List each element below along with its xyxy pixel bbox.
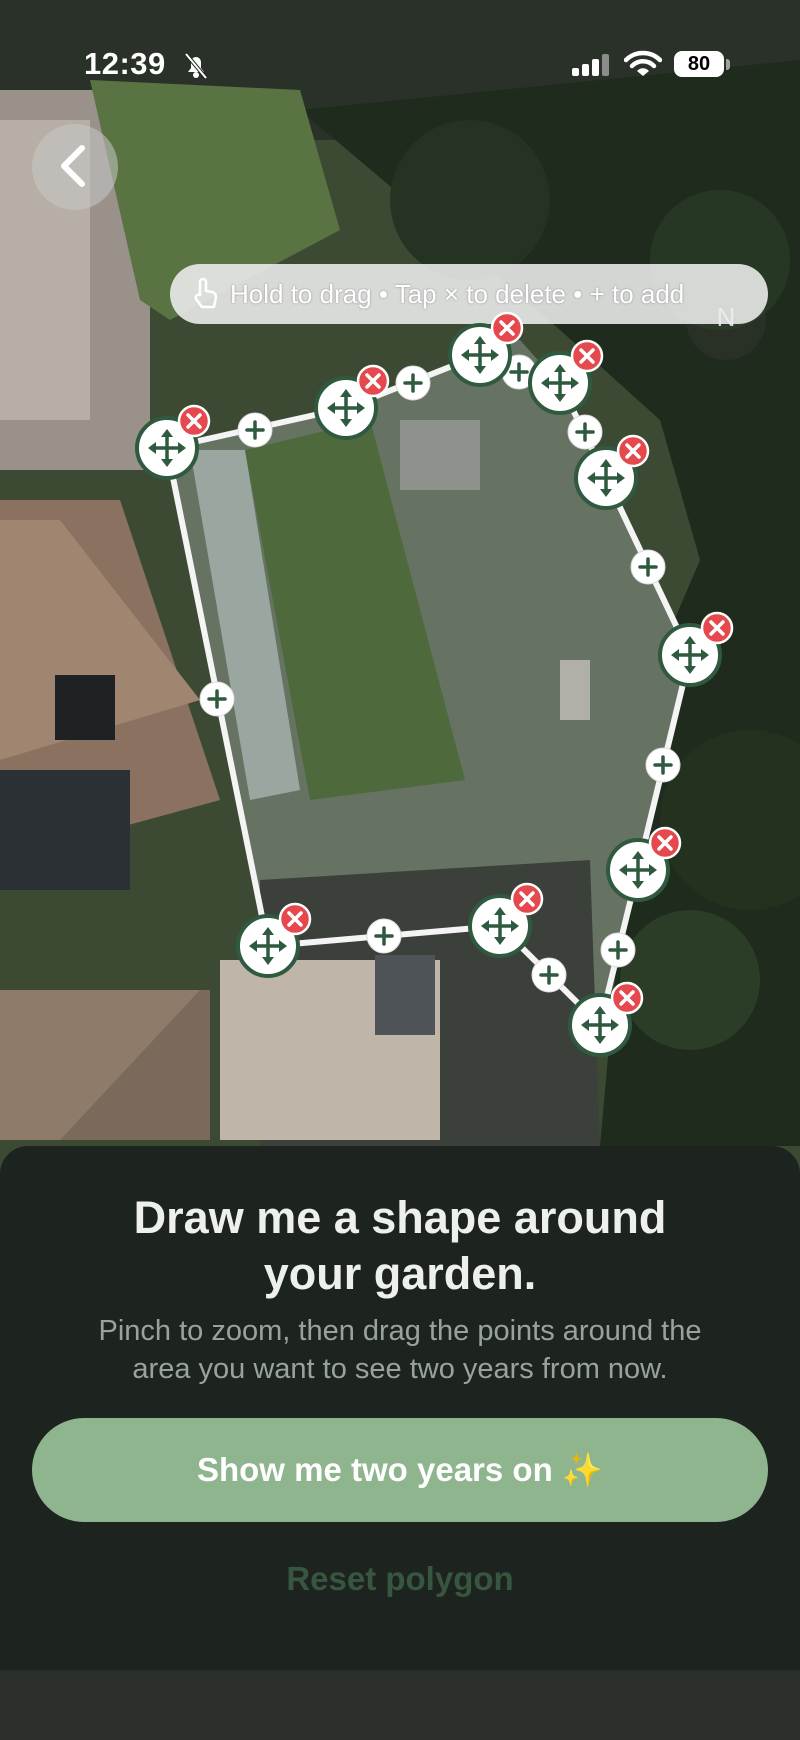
delete-point-button[interactable]	[510, 882, 544, 916]
sheet-subtitle: Pinch to zoom, then drag the points arou…	[40, 1312, 760, 1388]
add-point-button[interactable]	[395, 365, 431, 401]
add-point-button[interactable]	[567, 414, 603, 450]
add-point-button[interactable]	[199, 681, 235, 717]
delete-point-button[interactable]	[177, 404, 211, 438]
sheet-subtitle-line-1: Pinch to zoom, then drag the points arou…	[98, 1315, 702, 1347]
delete-point-button[interactable]	[278, 902, 312, 936]
hand-pointer-icon	[194, 277, 218, 309]
add-point-button[interactable]	[645, 747, 681, 783]
wifi-icon	[624, 50, 662, 76]
show-two-years-button[interactable]: Show me two years on ✨	[32, 1418, 768, 1522]
delete-point-button[interactable]	[648, 826, 682, 860]
back-button[interactable]	[32, 124, 118, 210]
delete-point-button[interactable]	[490, 311, 524, 345]
add-point-button[interactable]	[531, 957, 567, 993]
sheet-subtitle-line-2: area you want to see two years from now.	[132, 1353, 668, 1385]
bell-slash-icon	[184, 52, 208, 80]
add-point-button[interactable]	[630, 549, 666, 585]
delete-point-button[interactable]	[610, 981, 644, 1015]
delete-point-button[interactable]	[356, 364, 390, 398]
add-point-button[interactable]	[600, 932, 636, 968]
sheet-title-line-2: your garden.	[263, 1248, 537, 1299]
status-time: 12:39	[84, 46, 166, 81]
add-point-button[interactable]	[366, 918, 402, 954]
delete-point-button[interactable]	[700, 611, 734, 645]
chevron-left-icon	[61, 145, 85, 187]
status-bar: 12:39 80	[0, 0, 800, 130]
delete-point-button[interactable]	[570, 339, 604, 373]
sheet-title: Draw me a shape around your garden.	[60, 1190, 740, 1302]
battery-nub	[726, 59, 730, 70]
battery-icon: 80	[674, 51, 724, 77]
delete-point-button[interactable]	[616, 434, 650, 468]
map-hint: Hold to drag • Tap × to delete • + to ad…	[170, 264, 768, 324]
sheet-title-line-1: Draw me a shape around	[133, 1192, 667, 1243]
map-hint-text: Hold to drag • Tap × to delete • + to ad…	[230, 278, 685, 309]
cellular-signal-icon	[572, 54, 609, 76]
add-point-button[interactable]	[237, 412, 273, 448]
reset-polygon-button[interactable]: Reset polygon	[200, 1560, 600, 1598]
